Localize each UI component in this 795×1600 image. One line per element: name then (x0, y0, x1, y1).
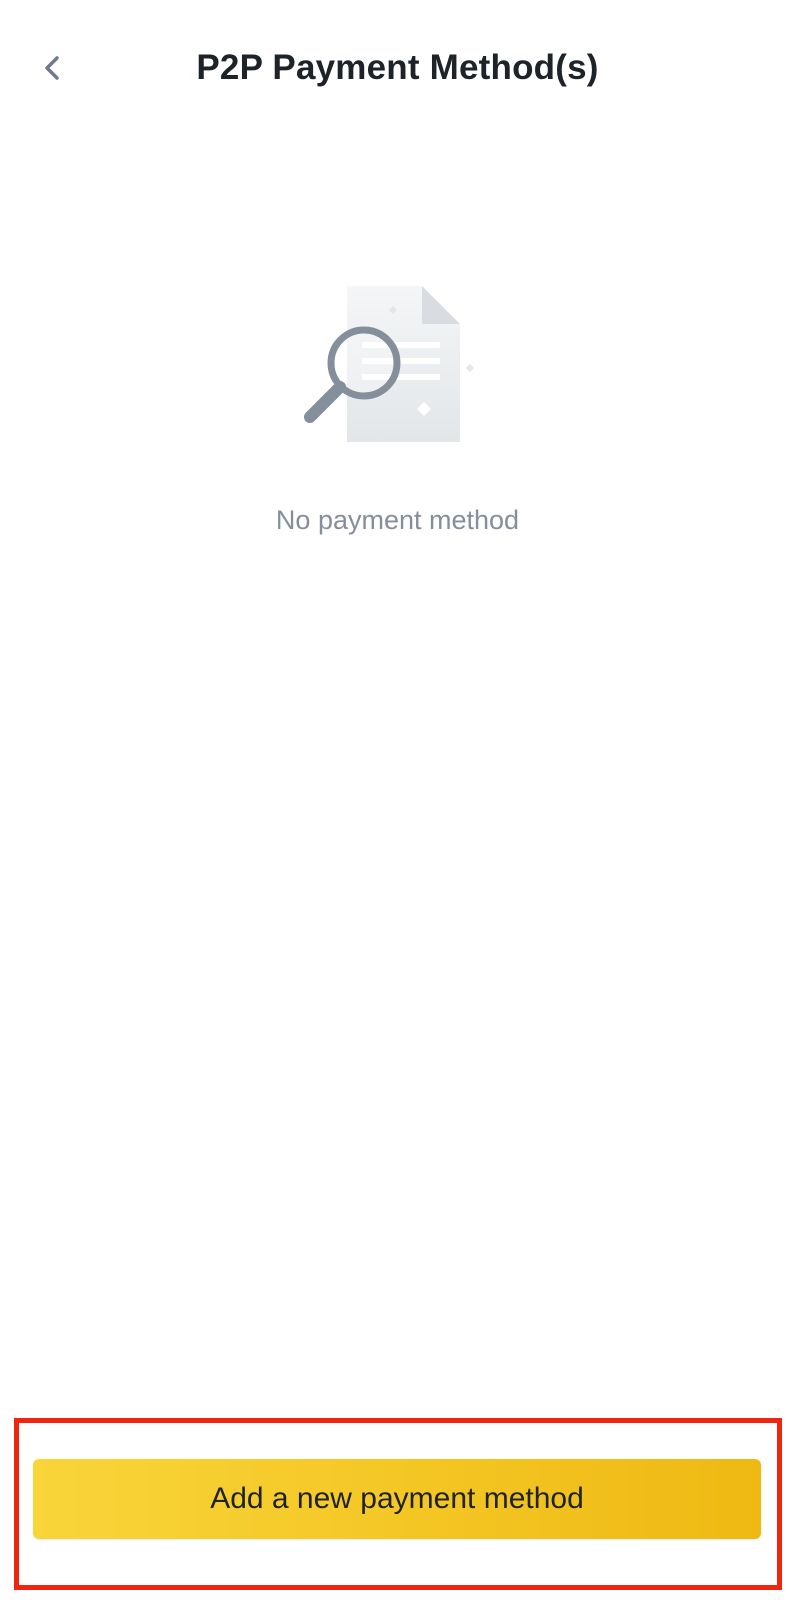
page-title: P2P Payment Method(s) (196, 48, 599, 87)
empty-state: No payment method (0, 280, 795, 550)
header: P2P Payment Method(s) (0, 0, 795, 135)
document-search-icon (304, 286, 474, 442)
empty-state-message: No payment method (275, 505, 520, 535)
add-payment-method-button[interactable]: Add a new payment method (33, 1459, 761, 1539)
